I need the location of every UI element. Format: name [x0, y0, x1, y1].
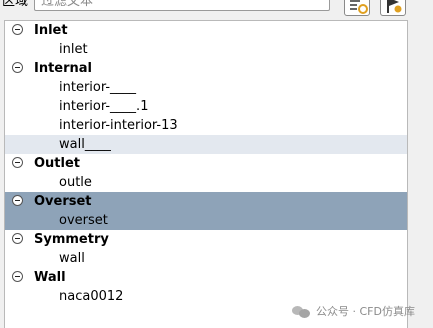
filter-options-icon: [350, 0, 368, 14]
tree-group-label: Outlet: [34, 156, 81, 171]
zone-tree[interactable]: Inlet inlet Internal interior-____ interior-…: [4, 20, 408, 328]
tree-item-label: naca0012: [59, 289, 124, 304]
tree-item[interactable]: outle: [5, 173, 407, 192]
tree-item[interactable]: wall____: [5, 135, 407, 154]
tree-group-label: Inlet: [34, 23, 68, 38]
tree-item[interactable]: wall: [5, 249, 407, 268]
tree-item-label: interior-interior-13: [59, 118, 178, 133]
collapse-toggle-icon[interactable]: [12, 271, 23, 282]
wechat-icon: [292, 304, 310, 318]
tree-item-label: interior-____: [59, 80, 137, 95]
tree-item[interactable]: overset: [5, 211, 407, 230]
tree-item[interactable]: interior-____: [5, 78, 407, 97]
tree-group-wall[interactable]: Wall: [5, 268, 407, 287]
collapse-toggle-icon[interactable]: [12, 62, 23, 73]
tree-group-label: Overset: [34, 194, 92, 209]
tree-item-label: wall: [59, 251, 85, 266]
region-label: 区域: [2, 0, 29, 9]
collapse-toggle-icon[interactable]: [12, 233, 23, 244]
tree-group-inlet[interactable]: Inlet: [5, 21, 407, 40]
flag-icon: [387, 0, 402, 13]
tree-item[interactable]: interior-____.1: [5, 97, 407, 116]
tree-group-label: Symmetry: [34, 232, 109, 247]
tree-group-overset[interactable]: Overset: [5, 192, 407, 211]
tree-item[interactable]: interior-interior-13: [5, 116, 407, 135]
flag-button[interactable]: [380, 0, 406, 16]
filter-input[interactable]: [34, 0, 330, 11]
tree-item-label: overset: [59, 213, 108, 228]
collapse-toggle-icon[interactable]: [12, 24, 23, 35]
tree-item[interactable]: inlet: [5, 40, 407, 59]
filter-options-button[interactable]: [344, 0, 370, 16]
collapse-toggle-icon[interactable]: [12, 157, 23, 168]
tree-item-label: outle: [59, 175, 92, 190]
tree-item-label: wall____: [59, 137, 111, 152]
tree-group-label: Wall: [34, 270, 66, 285]
watermark: 公众号 · CFD仿真库: [292, 303, 415, 319]
watermark-text: 公众号 · CFD仿真库: [316, 305, 415, 318]
filter-bar: 区域: [0, 0, 433, 22]
tree-item-label: interior-____.1: [59, 99, 149, 114]
tree-group-internal[interactable]: Internal: [5, 59, 407, 78]
tree-group-outlet[interactable]: Outlet: [5, 154, 407, 173]
collapse-toggle-icon[interactable]: [12, 195, 23, 206]
tree-group-symmetry[interactable]: Symmetry: [5, 230, 407, 249]
tree-group-label: Internal: [34, 61, 93, 76]
tree-item-label: inlet: [59, 42, 88, 57]
